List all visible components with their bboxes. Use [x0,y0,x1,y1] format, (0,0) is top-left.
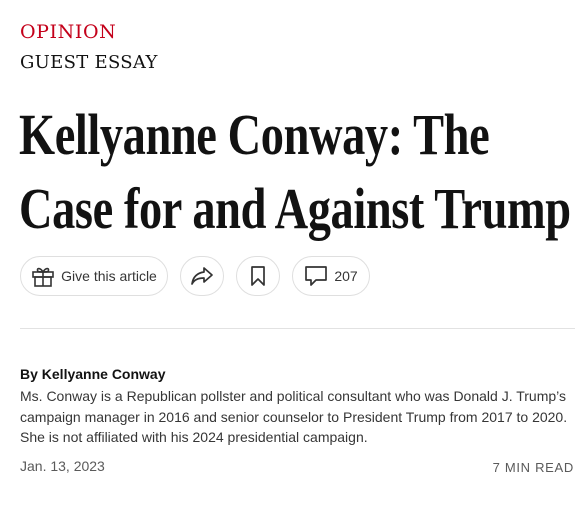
save-button[interactable] [236,256,280,296]
read-time: 7 MIN READ [492,460,574,475]
comments-button[interactable]: 207 [292,256,370,296]
kicker-label: GUEST ESSAY [20,52,158,73]
gift-icon [31,265,55,287]
section-label[interactable]: OPINION [20,21,116,43]
article-headline: Kellyanne Conway: The Case for and Again… [19,98,571,246]
publish-date: Jan. 13, 2023 [20,458,105,474]
comment-icon [304,265,328,287]
author-bio: Ms. Conway is a Republican pollster and … [20,388,568,445]
comment-count: 207 [334,268,358,284]
headline-line-2: Case for and Against Trump [19,176,571,241]
share-button[interactable] [180,256,224,296]
headline-line-1: Kellyanne Conway: The [19,102,490,167]
gift-article-button[interactable]: Give this article [20,256,168,296]
divider [20,328,575,329]
gift-label: Give this article [61,268,157,284]
share-icon [190,266,214,286]
byline[interactable]: By Kellyanne Conway [20,366,166,382]
article-actions: Give this article 207 [20,255,370,297]
bookmark-icon [250,265,266,287]
